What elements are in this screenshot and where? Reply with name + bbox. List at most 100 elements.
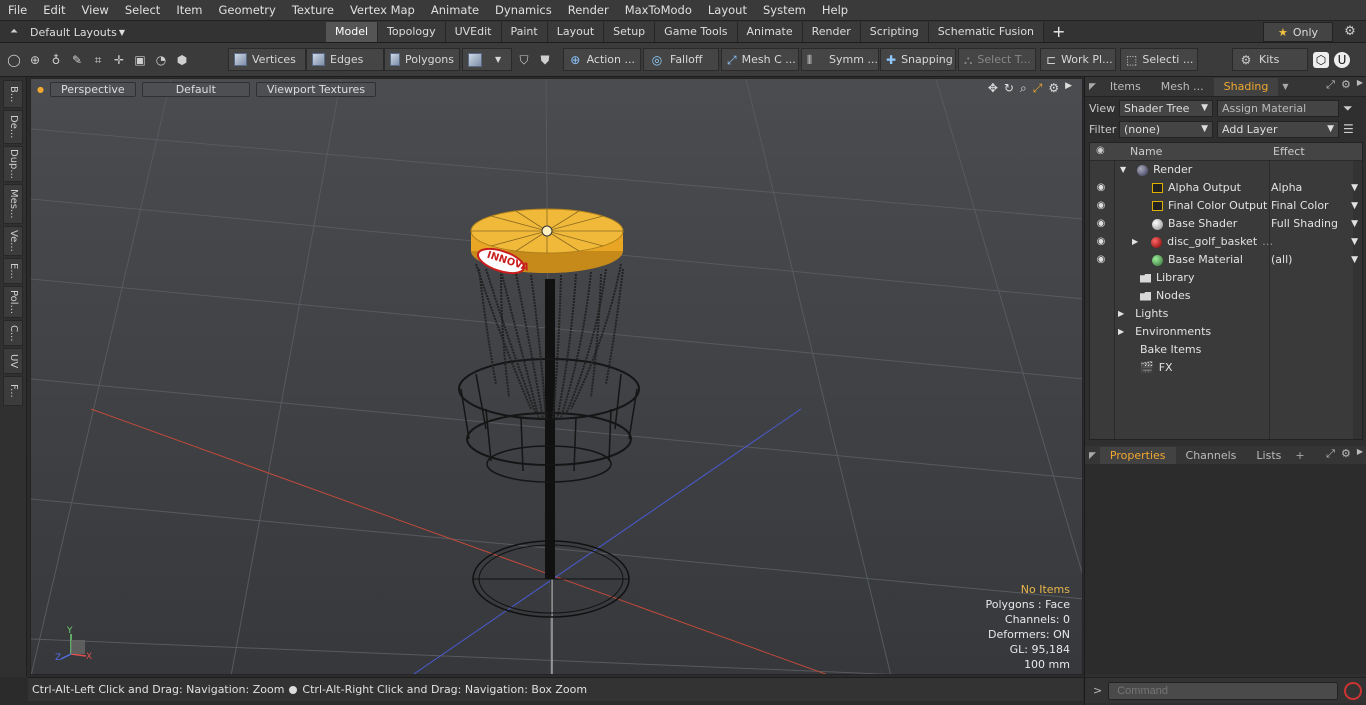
tab-shading[interactable]: Shading xyxy=(1213,77,1279,96)
circle-select-icon[interactable]: ◯ xyxy=(6,52,22,68)
add-layer-dropdown[interactable]: Add Layer ▼ xyxy=(1217,120,1339,138)
viewport-scene[interactable]: INNOVA Y Z X xyxy=(31,79,1083,675)
frame-icon[interactable]: ▣ xyxy=(132,52,148,68)
tab-properties[interactable]: Properties xyxy=(1099,446,1176,465)
viewport-menu-arrow-icon[interactable]: ▶ xyxy=(1065,81,1072,96)
tree-row-lights[interactable]: ▶ Lights xyxy=(1090,305,1362,323)
tab-layout[interactable]: Layout xyxy=(547,22,605,42)
menu-render[interactable]: Render xyxy=(560,0,617,21)
tab-setup[interactable]: Setup xyxy=(604,22,656,42)
left-tab-duplicate[interactable]: Dup... xyxy=(3,146,23,182)
panel-collapse-icon[interactable]: ◤ xyxy=(1085,82,1100,92)
globe-icon[interactable]: ⊕ xyxy=(27,52,43,68)
menu-maxtomodo[interactable]: MaxToModo xyxy=(617,0,700,21)
tab-model[interactable]: Model xyxy=(326,22,379,42)
snap-shield-icon[interactable]: ⛊ xyxy=(537,52,553,68)
tab-channels[interactable]: Channels xyxy=(1176,447,1247,465)
panel-collapse-icon[interactable]: ◤ xyxy=(1085,451,1100,461)
left-tab-edge[interactable]: E... xyxy=(3,258,23,284)
tree-row-alpha-output[interactable]: ◉ Alpha Output Alpha ▼ xyxy=(1090,179,1362,197)
collapse-icon[interactable]: ⏶ xyxy=(6,24,22,40)
menu-system[interactable]: System xyxy=(755,0,814,21)
tab-uvedit[interactable]: UVEdit xyxy=(445,22,502,42)
move-view-icon[interactable]: ✥ xyxy=(988,81,998,96)
tab-paint[interactable]: Paint xyxy=(501,22,548,42)
gear-icon[interactable]: ⚙ xyxy=(1340,22,1360,42)
perspective-button[interactable]: Perspective xyxy=(49,81,136,97)
unity-icon[interactable]: ⬡ xyxy=(1313,51,1329,68)
tab-schematic-fusion[interactable]: Schematic Fusion xyxy=(928,22,1045,42)
work-plane-button[interactable]: ⊏ Work Pl... xyxy=(1040,48,1116,71)
panel-menu-icon[interactable]: ▶ xyxy=(1357,447,1363,461)
item-mode-icon[interactable]: ⬢ xyxy=(174,52,190,68)
tab-animate[interactable]: Animate xyxy=(737,22,803,42)
zoom-view-icon[interactable]: ⌕ xyxy=(1020,81,1027,96)
kits-button[interactable]: ⚙ Kits xyxy=(1232,48,1308,71)
menu-geometry[interactable]: Geometry xyxy=(211,0,284,21)
tab-items[interactable]: Items xyxy=(1100,78,1151,96)
add-tab-icon[interactable]: + xyxy=(1291,449,1304,462)
shield-icon[interactable]: ⛉ xyxy=(516,52,532,68)
left-tab-fusion[interactable]: F... xyxy=(3,376,23,406)
viewport-textures-button[interactable]: Viewport Textures xyxy=(255,81,377,97)
panel-gear-icon[interactable]: ⚙ xyxy=(1341,78,1351,92)
expand-arrow-icon[interactable]: ▶ xyxy=(1118,323,1124,341)
only-button[interactable]: ★ Only xyxy=(1263,22,1333,42)
tree-row-library[interactable]: Library xyxy=(1090,269,1362,287)
edges-button[interactable]: Edges xyxy=(306,48,384,71)
fit-view-icon[interactable]: ⤢ xyxy=(1033,81,1043,96)
polygons-button[interactable]: Polygons xyxy=(384,48,460,71)
tab-mesh[interactable]: Mesh ... xyxy=(1151,78,1214,96)
timer-icon[interactable]: ◔ xyxy=(153,52,169,68)
tree-row-final-color-output[interactable]: ◉ Final Color Output Final Color ▼ xyxy=(1090,197,1362,215)
visibility-header-icon[interactable]: ◉ xyxy=(1096,145,1105,156)
collapse-arrow-icon[interactable]: ▼ xyxy=(1120,161,1126,179)
shading-default-button[interactable]: Default xyxy=(141,81,250,97)
lasso-icon[interactable]: ♁ xyxy=(48,52,64,68)
menu-layout[interactable]: Layout xyxy=(700,0,755,21)
action-center-button[interactable]: ⊕ Action ... xyxy=(563,48,641,71)
tree-row-fx[interactable]: 🎬 FX xyxy=(1090,359,1362,377)
material-mode-dropdown[interactable]: ▼ xyxy=(462,48,512,71)
brush-icon[interactable]: ✎ xyxy=(69,52,85,68)
tree-row-bake-items[interactable]: Bake Items xyxy=(1090,341,1362,359)
name-column-header[interactable]: Name xyxy=(1130,145,1162,158)
effect-dropdown[interactable]: Final Color ▼ xyxy=(1271,197,1361,215)
record-macro-icon[interactable] xyxy=(1344,681,1363,700)
assign-material-button[interactable]: Assign Material xyxy=(1217,99,1339,117)
symmetry-button[interactable]: ⫴ Symm ... xyxy=(801,48,879,71)
menu-animate[interactable]: Animate xyxy=(423,0,487,21)
left-tab-basic[interactable]: B... xyxy=(3,80,23,108)
disc-golf-basket-model[interactable]: INNOVA xyxy=(458,208,640,618)
left-tab-polygon[interactable]: Pol... xyxy=(3,286,23,318)
eye-icon[interactable]: ◉ xyxy=(1094,215,1108,233)
tree-row-environments[interactable]: ▶ Environments xyxy=(1090,323,1362,341)
left-tab-deform[interactable]: De... xyxy=(3,110,23,144)
add-tab-icon[interactable]: + xyxy=(1044,22,1073,42)
vertices-button[interactable]: Vertices xyxy=(228,48,306,71)
tree-row-base-material[interactable]: ◉ Base Material (all) ▼ xyxy=(1090,251,1362,269)
eye-icon[interactable]: ◉ xyxy=(1094,233,1108,251)
expand-arrow-icon[interactable]: ▶ xyxy=(1132,233,1138,251)
menu-view[interactable]: View xyxy=(74,0,117,21)
menu-select[interactable]: Select xyxy=(117,0,168,21)
tree-row-render[interactable]: ▼ Render xyxy=(1090,161,1362,179)
expand-arrow-icon[interactable]: ▶ xyxy=(1118,305,1124,323)
tabs-dropdown-icon[interactable]: ▼ xyxy=(1278,82,1288,91)
snapping-button[interactable]: ✚ Snapping xyxy=(880,48,956,71)
maximize-icon[interactable]: ⤢ xyxy=(1326,78,1335,92)
left-tab-mesh-edit[interactable]: Mes... xyxy=(3,184,23,224)
command-input[interactable] xyxy=(1108,681,1339,700)
filter-dropdown[interactable]: (none) ▼ xyxy=(1119,120,1213,138)
falloff-button[interactable]: ◎ Falloff xyxy=(643,48,719,71)
select-through-button[interactable]: ⛬ Select T... xyxy=(958,48,1036,71)
maximize-icon[interactable]: ⤢ xyxy=(1326,447,1335,461)
3d-viewport[interactable]: INNOVA Y Z X ● Perspective Default Viewp… xyxy=(30,78,1083,675)
menu-dynamics[interactable]: Dynamics xyxy=(487,0,560,21)
tab-topology[interactable]: Topology xyxy=(378,22,446,42)
panel-gear-icon[interactable]: ⚙ xyxy=(1341,447,1351,461)
menu-texture[interactable]: Texture xyxy=(284,0,342,21)
menu-edit[interactable]: Edit xyxy=(35,0,73,21)
left-tab-curve[interactable]: C... xyxy=(3,320,23,346)
effect-dropdown[interactable]: Full Shading ▼ xyxy=(1271,215,1361,233)
